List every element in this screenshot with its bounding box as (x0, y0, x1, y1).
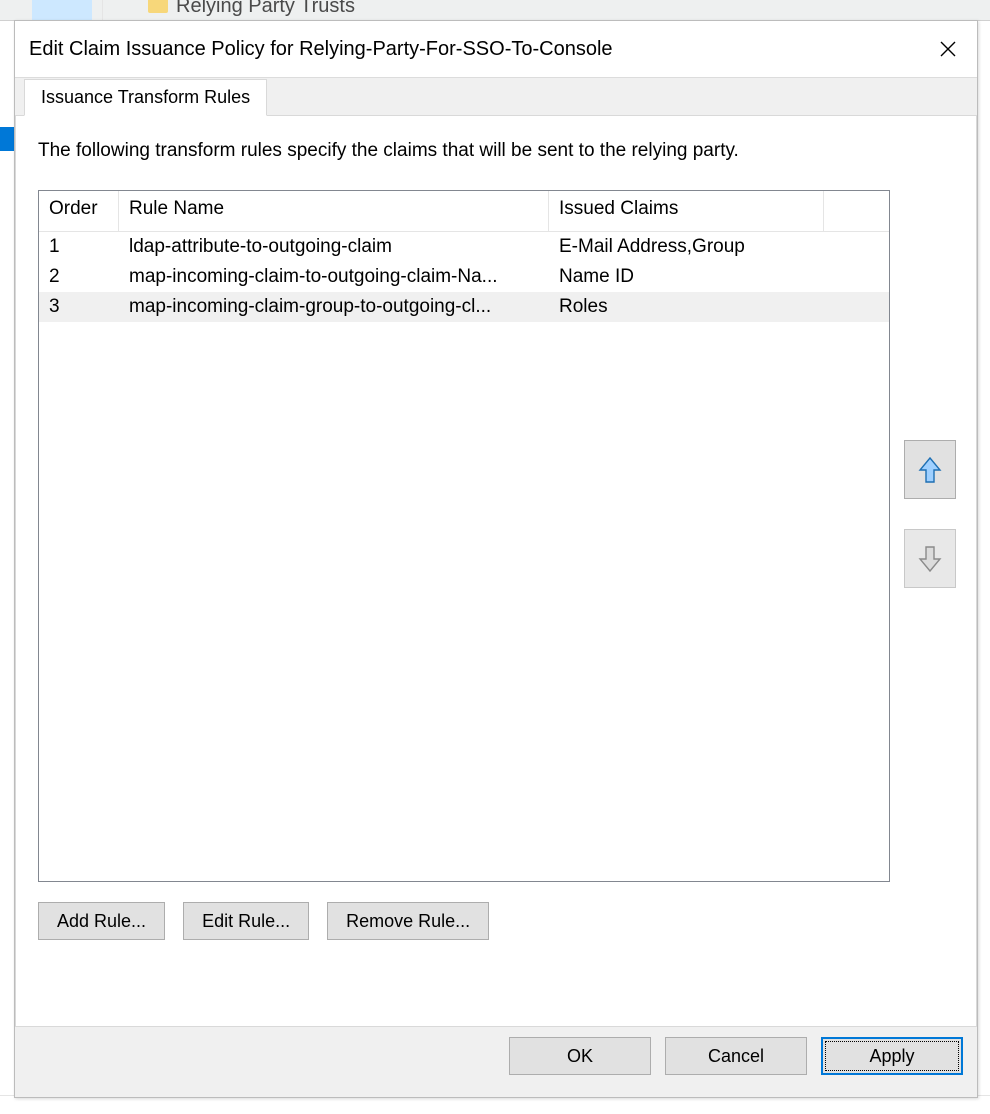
table-row[interactable]: 1ldap-attribute-to-outgoing-claimE-Mail … (39, 232, 889, 262)
move-down-button (904, 529, 956, 588)
cell-issued-claims: E-Mail Address,Group (549, 236, 824, 258)
ok-button[interactable]: OK (509, 1037, 651, 1075)
arrow-up-icon (918, 456, 942, 484)
tabpage-issuance-transform-rules: The following transform rules specify th… (15, 116, 977, 1027)
dialog-footer: OK Cancel Apply (15, 1027, 977, 1085)
cell-issued-claims: Roles (549, 296, 824, 318)
apply-button[interactable]: Apply (821, 1037, 963, 1075)
close-icon (940, 41, 956, 57)
column-issued-claims[interactable]: Issued Claims (549, 191, 824, 231)
cell-rule-name: map-incoming-claim-to-outgoing-claim-Na.… (119, 266, 549, 288)
titlebar: Edit Claim Issuance Policy for Relying-P… (15, 21, 977, 77)
move-up-button[interactable] (904, 440, 956, 499)
cell-rule-name: ldap-attribute-to-outgoing-claim (119, 236, 549, 258)
tab-issuance-transform-rules[interactable]: Issuance Transform Rules (24, 79, 267, 116)
table-row[interactable]: 2map-incoming-claim-to-outgoing-claim-Na… (39, 262, 889, 292)
close-button[interactable] (919, 21, 977, 77)
cell-order: 2 (39, 266, 119, 288)
listview-header: Order Rule Name Issued Claims (39, 191, 889, 232)
add-rule-button[interactable]: Add Rule... (38, 902, 165, 940)
rules-listview[interactable]: Order Rule Name Issued Claims 1ldap-attr… (38, 190, 890, 882)
background-tree-item: Relying Party Trusts (176, 0, 355, 18)
edit-rule-button[interactable]: Edit Rule... (183, 902, 309, 940)
column-order[interactable]: Order (39, 191, 119, 231)
tabstrip: Issuance Transform Rules (15, 78, 977, 116)
dialog-title: Edit Claim Issuance Policy for Relying-P… (29, 38, 919, 61)
cell-rule-name: map-incoming-claim-group-to-outgoing-cl.… (119, 296, 549, 318)
cell-order: 3 (39, 296, 119, 318)
arrow-down-icon (918, 545, 942, 573)
column-spacer (824, 191, 889, 231)
tab-description: The following transform rules specify th… (38, 140, 954, 162)
edit-claim-issuance-dialog: Edit Claim Issuance Policy for Relying-P… (14, 20, 978, 1098)
cell-issued-claims: Name ID (549, 266, 824, 288)
table-row[interactable]: 3map-incoming-claim-group-to-outgoing-cl… (39, 292, 889, 322)
remove-rule-button[interactable]: Remove Rule... (327, 902, 489, 940)
cancel-button[interactable]: Cancel (665, 1037, 807, 1075)
cell-order: 1 (39, 236, 119, 258)
tab-label: Issuance Transform Rules (41, 87, 250, 107)
column-rule-name[interactable]: Rule Name (119, 191, 549, 231)
